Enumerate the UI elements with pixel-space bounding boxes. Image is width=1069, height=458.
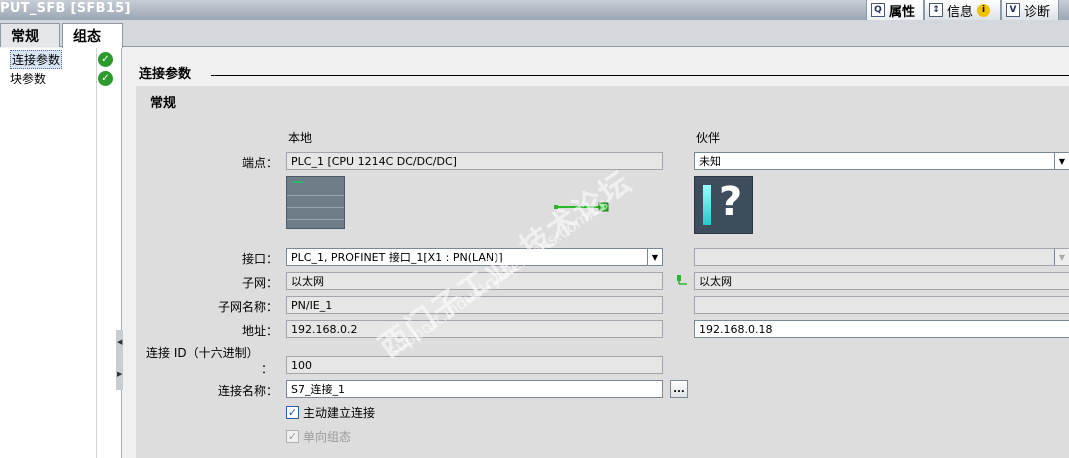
plc-device-image (286, 176, 345, 229)
left-navigation: 连接参数 ✓ 块参数 ✓ ◀ ▶ (0, 48, 123, 458)
panel-splitter[interactable]: ◀ ▶ (116, 330, 123, 390)
address-partner-input[interactable]: 192.168.0.18 (694, 320, 1069, 338)
chevron-down-icon[interactable]: ▼ (1054, 153, 1069, 169)
connection-id-colon: ： (261, 362, 274, 376)
endpoint-local-field: PLC_1 [CPU 1214C DC/DC/DC] (286, 152, 663, 170)
info-icon: ↕ (928, 3, 943, 17)
checkbox-checked-icon[interactable]: ✓ (286, 406, 299, 419)
interface-local-select[interactable]: PLC_1, PROFINET 接口_1[X1 : PN(LAN)] ▼ (286, 248, 663, 266)
oneway-label: 单向组态 (303, 430, 352, 444)
info-badge-icon: i (976, 3, 990, 17)
plc-band (287, 207, 344, 208)
general-group: 常规 本地 伙伴 端点： PLC_1 [CPU 1214C DC/DC/DC] … (136, 86, 1069, 458)
check-ok-icon: ✓ (98, 52, 113, 67)
chevron-down-icon[interactable]: ▼ (647, 249, 662, 265)
unknown-partner-image: ? (694, 176, 753, 234)
subnet-name-partner-field (694, 296, 1069, 314)
connection-name-label: 连接名称： (217, 384, 278, 398)
plc-band (287, 219, 344, 220)
connection-id-field: 100 (286, 356, 663, 374)
endpoint-label: 端点： (241, 156, 278, 170)
subnet-local-field: 以太网 (286, 272, 663, 290)
window-title: PUT_SFB [SFB15] (0, 1, 131, 16)
browse-button[interactable]: ... (670, 380, 688, 398)
chevron-down-icon: ▼ (1054, 249, 1069, 265)
column-partner: 伙伴 (696, 131, 721, 145)
tab-configuration[interactable]: 组态 (62, 23, 123, 48)
group-title: 常规 (150, 96, 177, 111)
expand-right-icon[interactable]: ▶ (117, 370, 122, 378)
interface-label: 接口： (241, 252, 278, 266)
endpoint-partner-value: 未知 (699, 155, 721, 168)
column-local: 本地 (288, 131, 313, 145)
connection-line-icon (554, 202, 609, 212)
check-ok-icon: ✓ (98, 71, 113, 86)
address-label: 地址： (241, 324, 278, 338)
subnet-partner-field: 以太网 (694, 272, 1069, 290)
properties-icon: Q (870, 3, 885, 17)
plc-band (287, 195, 344, 196)
subnet-link-icon (677, 275, 687, 285)
collapse-left-icon[interactable]: ◀ (117, 338, 122, 346)
tab-properties-label: 属性 (888, 4, 915, 20)
checkbox-checked-icon: ✓ (286, 430, 299, 443)
connection-id-label: 连接 ID（十六进制） (146, 346, 259, 360)
section-divider (211, 75, 1069, 76)
subnet-label: 子网： (241, 276, 278, 290)
tab-properties[interactable]: Q 属性 (865, 0, 924, 20)
tab-info-label: 信息 (946, 4, 973, 20)
question-mark-icon: ? (719, 179, 743, 225)
oneway-checkbox: ✓ 单向组态 (286, 428, 351, 445)
partner-bar (703, 185, 711, 225)
tab-diagnostics[interactable]: V 诊断 (1000, 0, 1059, 20)
nav-item-label: 块参数 (10, 72, 47, 86)
tab-diagnostics-label: 诊断 (1023, 4, 1050, 20)
active-connection-label: 主动建立连接 (303, 406, 376, 420)
subnet-name-label: 子网名称： (217, 300, 278, 314)
property-tabs: Q 属性 ↕ 信息 i V 诊断 (865, 0, 1059, 20)
nav-separator (96, 48, 97, 458)
title-bar: PUT_SFB [SFB15] Q 属性 ↕ 信息 i V 诊断 (0, 0, 1069, 20)
section-title: 连接参数 (139, 67, 192, 82)
nav-item-connection-params[interactable]: 连接参数 ✓ (0, 50, 120, 69)
subnet-name-local-field: PN/IE_1 (286, 296, 663, 314)
interface-local-value: PLC_1, PROFINET 接口_1[X1 : PN(LAN)] (291, 251, 503, 264)
main-content: 连接参数 常规 本地 伙伴 端点： PLC_1 [CPU 1214C DC/DC… (124, 48, 1069, 458)
active-connection-checkbox[interactable]: ✓ 主动建立连接 (286, 404, 375, 421)
connection-name-input[interactable]: S7_连接_1 (286, 380, 663, 398)
address-local-field: 192.168.0.2 (286, 320, 663, 338)
tab-general[interactable]: 常规 (0, 23, 60, 47)
nav-item-label: 连接参数 (10, 50, 63, 69)
nav-item-block-params[interactable]: 块参数 ✓ (0, 70, 120, 87)
endpoint-partner-select[interactable]: 未知 ▼ (694, 152, 1069, 170)
plc-led (293, 181, 303, 183)
diagnostics-icon: V (1005, 3, 1020, 17)
interface-partner-select: ▼ (694, 248, 1069, 266)
tab-strip: 常规 组态 (0, 20, 1069, 48)
tab-info[interactable]: ↕ 信息 i (923, 0, 1001, 20)
